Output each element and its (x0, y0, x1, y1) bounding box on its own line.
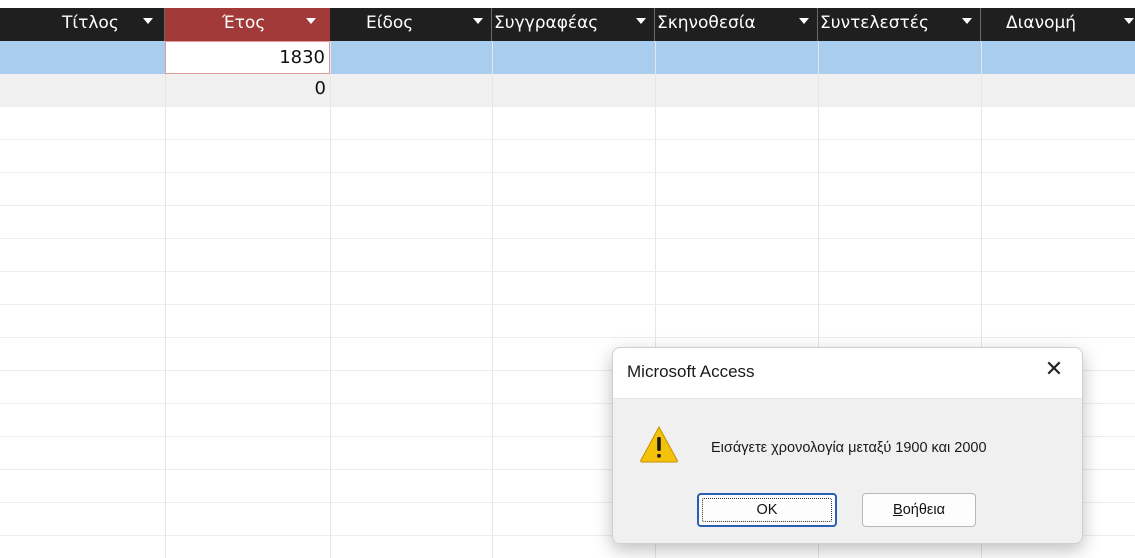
ok-button[interactable]: OK (697, 493, 837, 527)
filter-dropdown-icon[interactable] (143, 18, 153, 24)
warning-icon (640, 425, 678, 463)
column-header-row: Τίτλος Έτος Είδος Συγγραφέας Σκηνοθεσία … (0, 8, 1135, 41)
column-header-genre[interactable]: Είδος (330, 8, 492, 41)
dialog-message: Εισάγετε χρονολογία μεταξύ 1900 και 2000 (711, 440, 987, 456)
dialog-title: Microsoft Access (627, 362, 755, 381)
grid-divider (0, 337, 1135, 338)
grid-divider (0, 205, 1135, 206)
grid-divider (0, 238, 1135, 239)
column-header-author[interactable]: Συγγραφέας (492, 8, 655, 41)
grid-divider (0, 304, 1135, 305)
column-header-contributors[interactable]: Συντελεστές (818, 8, 981, 41)
grid-divider (0, 139, 1135, 140)
column-header-label: Τίτλος (62, 13, 119, 33)
column-header-label: Διανομή (1006, 13, 1077, 33)
grid-divider (0, 106, 1135, 107)
column-header-label: Σκηνοθεσία (657, 13, 756, 33)
filter-dropdown-icon[interactable] (473, 18, 483, 24)
column-header-label: Συντελεστές (820, 13, 929, 33)
column-header-title[interactable]: Τίτλος (0, 8, 165, 41)
column-header-label: Είδος (366, 13, 414, 33)
column-header-year[interactable]: Έτος (165, 8, 330, 41)
focus-indicator (702, 498, 832, 522)
column-header-cast[interactable]: Διανομή (981, 8, 1135, 41)
grid-divider (492, 41, 493, 558)
filter-dropdown-icon[interactable] (799, 18, 809, 24)
filter-dropdown-icon[interactable] (306, 18, 316, 24)
close-icon[interactable]: ✕ (1040, 356, 1068, 384)
column-header-label: Συγγραφέας (494, 13, 599, 33)
help-button-accesskey: Β (893, 502, 903, 518)
grid-divider (0, 172, 1135, 173)
column-header-direction[interactable]: Σκηνοθεσία (655, 8, 818, 41)
grid-divider (0, 271, 1135, 272)
help-button[interactable]: Βοήθεια (862, 493, 976, 527)
grid-divider (330, 41, 331, 558)
access-alert-dialog: Microsoft Access ✕ Εισάγετε χρονολογία μ… (612, 347, 1083, 544)
grid-divider (165, 41, 166, 558)
year-cell-new-row[interactable]: 0 (165, 74, 330, 106)
filter-dropdown-icon[interactable] (962, 18, 972, 24)
year-cell-editing[interactable]: 1830 (165, 41, 330, 74)
dialog-body: Εισάγετε χρονολογία μεταξύ 1900 και 2000… (613, 398, 1082, 543)
column-header-label: Έτος (222, 13, 266, 33)
help-button-label: οήθεια (902, 502, 945, 518)
filter-dropdown-icon[interactable] (636, 18, 646, 24)
filter-dropdown-icon[interactable] (1124, 18, 1134, 24)
